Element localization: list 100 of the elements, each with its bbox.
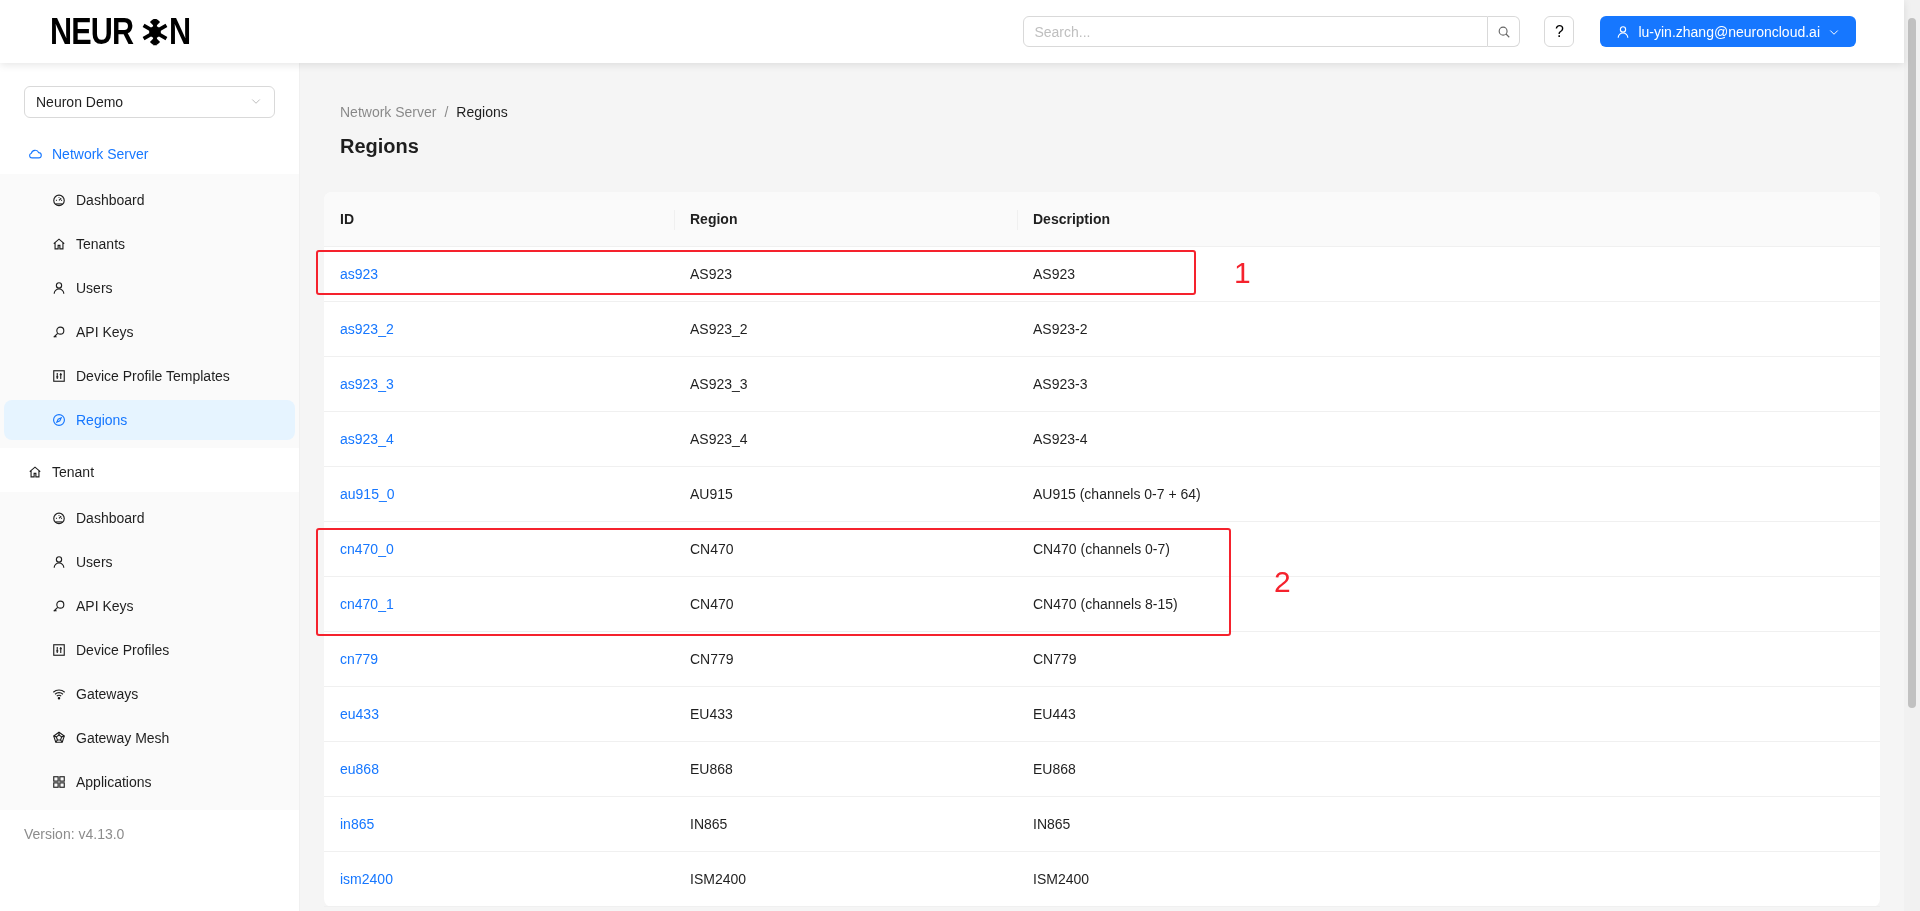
table-cell: AS923-3 xyxy=(1033,376,1088,392)
annotation-number: 2 xyxy=(1274,567,1291,597)
region-id-link[interactable]: eu433 xyxy=(340,706,379,722)
home-icon xyxy=(28,465,42,479)
table-cell: AS923 xyxy=(1033,266,1076,282)
menu-item-label: Dashboard xyxy=(76,192,145,208)
page-title: Regions xyxy=(340,134,420,159)
menu-item-label: Users xyxy=(76,280,113,296)
logo: NEUR N xyxy=(50,13,192,50)
scrollbar[interactable] xyxy=(1904,0,1920,911)
table-cell: AU915 (channels 0-7 + 64) xyxy=(1033,486,1201,502)
region-id-link[interactable]: as923_3 xyxy=(340,376,394,392)
menu-item[interactable]: Dashboard xyxy=(4,180,295,220)
table-cell: AS923-2 xyxy=(1033,321,1088,337)
menu-item[interactable]: Applications xyxy=(4,762,295,802)
search-button[interactable] xyxy=(1488,16,1521,47)
region-id-link[interactable]: au915_0 xyxy=(340,486,395,502)
menu-item[interactable]: Gateway Mesh xyxy=(4,718,295,758)
menu-item[interactable]: Regions xyxy=(4,400,295,440)
menu-item-label: API Keys xyxy=(76,598,134,614)
menu-item[interactable]: API Keys xyxy=(4,586,295,626)
table-cell: CN470 (channels 0-7) xyxy=(1033,541,1170,557)
version-text: Version: v4.13.0 xyxy=(23,825,126,844)
table-cell: AU915 xyxy=(690,486,733,502)
table-cell: CN779 xyxy=(1033,651,1077,667)
home-icon xyxy=(52,237,66,251)
menu-item-label: Device Profile Templates xyxy=(76,368,230,384)
sliders-icon xyxy=(52,643,66,657)
user-icon xyxy=(1616,24,1631,39)
menu-item-label: Gateways xyxy=(76,686,139,702)
region-id-link[interactable]: cn470_1 xyxy=(340,596,394,612)
search-icon xyxy=(1496,24,1511,39)
key-icon xyxy=(52,325,66,339)
menu-item-label: Regions xyxy=(76,412,128,428)
breadcrumb-item[interactable]: Network Server xyxy=(340,104,437,120)
region-id-link[interactable]: eu868 xyxy=(340,761,379,777)
menu-section-label: Tenant xyxy=(52,464,95,480)
tenant-select[interactable]: Neuron Demo xyxy=(24,86,275,118)
table-cell: IN865 xyxy=(690,816,728,832)
table-cell: EU868 xyxy=(690,761,733,777)
user-icon xyxy=(52,555,66,569)
menu-item-label: Gateway Mesh xyxy=(76,730,170,746)
cloud-icon xyxy=(28,147,42,161)
snowflake-icon xyxy=(140,16,170,47)
search-field[interactable]: Search... xyxy=(1023,16,1489,47)
table-cell: ISM2400 xyxy=(690,871,747,887)
grid-icon xyxy=(52,775,66,789)
wifi-icon xyxy=(52,687,66,701)
menu-item-label: Dashboard xyxy=(76,510,145,526)
menu-item[interactable]: Gateways xyxy=(4,674,295,714)
table-cell: AS923_4 xyxy=(690,431,748,447)
menu-item[interactable]: Device Profiles xyxy=(4,630,295,670)
menu-item[interactable]: Dashboard xyxy=(4,498,295,538)
column-header: ID xyxy=(339,210,355,229)
help-button[interactable]: ? xyxy=(1544,16,1575,47)
menu-item[interactable]: API Keys xyxy=(4,312,295,352)
table-cell: EU443 xyxy=(1033,706,1076,722)
menu-item-label: Applications xyxy=(76,774,152,790)
column-header: Region xyxy=(674,192,1017,246)
mesh-icon xyxy=(52,731,66,745)
breadcrumb-item: Regions xyxy=(456,104,508,120)
table-cell: AS923_2 xyxy=(690,321,748,337)
menu-section[interactable]: Network Server xyxy=(0,134,299,174)
region-id-link[interactable]: as923_2 xyxy=(340,321,394,337)
table-cell: EU433 xyxy=(690,706,733,722)
region-id-link[interactable]: cn470_0 xyxy=(340,541,394,557)
menu-item-label: Device Profiles xyxy=(76,642,170,658)
table-cell: CN470 xyxy=(690,541,734,557)
sliders-icon xyxy=(52,369,66,383)
table-cell: CN470 xyxy=(690,596,734,612)
tenant-select-value: Neuron Demo xyxy=(36,94,124,110)
menu-item-label: Tenants xyxy=(76,236,126,252)
column-header: Description xyxy=(1017,192,1880,246)
menu-section[interactable]: Tenant xyxy=(0,452,299,492)
dashboard-icon xyxy=(52,193,66,207)
annotation-number: 1 xyxy=(1234,257,1251,288)
dashboard-icon xyxy=(52,511,66,525)
region-id-link[interactable]: cn779 xyxy=(340,651,379,667)
region-id-link[interactable]: as923 xyxy=(340,266,379,282)
table-cell: CN470 (channels 8-15) xyxy=(1033,596,1178,612)
table-cell: AS923_3 xyxy=(690,376,748,392)
breadcrumb-separator: / xyxy=(444,104,449,120)
table-cell: EU868 xyxy=(1033,761,1076,777)
compass-icon xyxy=(52,413,66,427)
menu-item-label: Users xyxy=(76,554,113,570)
menu-item[interactable]: Device Profile Templates xyxy=(4,356,295,396)
region-id-link[interactable]: ism2400 xyxy=(340,871,393,887)
table-cell: AS923-4 xyxy=(1033,431,1088,447)
menu-item-label: API Keys xyxy=(76,324,134,340)
menu-item[interactable]: Users xyxy=(4,542,295,582)
user-menu-button[interactable]: lu-yin.zhang@neuroncloud.ai xyxy=(1600,16,1856,47)
menu-item[interactable]: Users xyxy=(4,268,295,308)
menu-item[interactable]: Tenants xyxy=(4,224,295,264)
table-cell: ISM2400 xyxy=(1033,871,1090,887)
region-id-link[interactable]: in865 xyxy=(340,816,375,832)
region-id-link[interactable]: as923_4 xyxy=(340,431,394,447)
user-icon xyxy=(52,281,66,295)
table-cell: IN865 xyxy=(1033,816,1071,832)
menu-section-label: Network Server xyxy=(52,146,149,162)
key-icon xyxy=(52,599,66,613)
